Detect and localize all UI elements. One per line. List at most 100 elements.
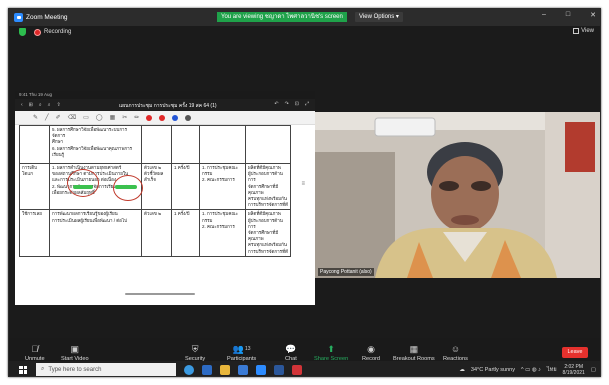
zoom-taskbar-icon[interactable] xyxy=(256,364,266,375)
unmute-button[interactable]: 🎙̸ Unmute xyxy=(25,338,45,362)
table-cell: 1 ครั้ง/ปี xyxy=(171,209,200,257)
document-header: ‹ ⊞ ⌕ ⌕ ⇧ แผนการประชุม การประชุม ครั้ง 1… xyxy=(15,99,315,111)
cut-tool-icon[interactable]: ✂ xyxy=(122,114,127,121)
table-row: การเติบ โตแก 1. ผลการดำเนินงานตามยุทธศาส… xyxy=(19,162,291,211)
fullscreen-icon[interactable]: ⤢ xyxy=(305,101,309,107)
thumbnails-icon[interactable]: ⊞ xyxy=(29,102,33,108)
banner-text: You are viewing ชญาดา ไพศาลวานิช's scree… xyxy=(221,14,343,20)
table-cell: 1 ครั้ง/ปี xyxy=(171,162,200,211)
table-row: ใช้การเลย การพัฒนาผลการเรียนรู้ของผู้เรี… xyxy=(19,209,291,257)
clock-date: 8/19/2021 xyxy=(562,369,585,376)
color-red-swatch[interactable] xyxy=(146,114,153,121)
table-cell xyxy=(245,125,291,164)
leave-button[interactable]: Leave xyxy=(562,347,588,358)
participant-video[interactable]: Paycong Pottanit (also) xyxy=(315,112,600,278)
share-screen-button[interactable]: ⬆ Share Screen xyxy=(314,338,348,363)
edge-icon[interactable] xyxy=(202,364,212,375)
acrobat-icon[interactable] xyxy=(292,364,302,375)
view-button[interactable]: View xyxy=(573,28,594,34)
pencil-tool-icon[interactable]: ✏ xyxy=(134,114,139,121)
maximize-button[interactable]: □ xyxy=(566,11,570,19)
title-bar: Zoom Meeting You are viewing ชญาดา ไพศาล… xyxy=(9,9,600,26)
horizontal-scrollbar[interactable] xyxy=(125,293,195,295)
table-cell: ตัวเลข ๒ xyxy=(141,209,172,257)
zoom-window: Zoom Meeting You are viewing ชญาดา ไพศาล… xyxy=(8,8,601,377)
share-screen-icon: ⬆ xyxy=(327,343,335,354)
clock[interactable]: 2:02 PM 8/19/2021 xyxy=(563,364,585,376)
line-tool-icon[interactable]: ╱ xyxy=(45,114,49,121)
file-explorer-icon[interactable] xyxy=(220,364,230,375)
weather-text[interactable]: 34°C Partly sunny xyxy=(471,367,515,373)
notifications-icon[interactable]: ▢ xyxy=(591,367,596,373)
shape-tool-icon[interactable]: ▭ xyxy=(83,114,89,121)
share-icon[interactable]: ⇧ xyxy=(57,102,61,108)
reactions-button[interactable]: ☺ Reactions xyxy=(443,338,468,362)
close-button[interactable]: ✕ xyxy=(590,11,596,19)
annotation-toolbar: ✎ ╱ ✐ ⌫ ▭ ◯ ▦ ✂ ✏ xyxy=(15,111,315,125)
redo-icon[interactable]: ↷ xyxy=(285,101,289,107)
document-nav: ‹ ⊞ ⌕ ⌕ ⇧ xyxy=(15,102,61,108)
minimize-button[interactable]: – xyxy=(542,11,546,19)
view-options-button[interactable]: View Options ▾ xyxy=(355,12,403,22)
eraser-tool-icon[interactable]: ⌫ xyxy=(68,114,76,121)
resize-handle-icon[interactable]: ≡ xyxy=(301,181,305,187)
grid-view-icon xyxy=(573,28,580,34)
screen-share-banner[interactable]: You are viewing ชญาดา ไพศาลวานิช's scree… xyxy=(217,12,347,22)
participants-button[interactable]: 👥 13 Participants xyxy=(227,338,256,363)
breakout-rooms-icon: ▦ xyxy=(409,343,419,354)
language-indicator[interactable]: ไทย xyxy=(547,366,557,374)
participant-video-image xyxy=(315,112,600,278)
table-cell xyxy=(19,125,50,164)
reactions-icon: ☺ xyxy=(450,344,461,354)
shared-screen: 9:41 Thu 19 Aug ‹ ⊞ ⌕ ⌕ ⇧ แผนการประชุม ก… xyxy=(15,91,315,305)
color-red-swatch-2[interactable] xyxy=(159,114,166,121)
pen-tool-icon[interactable]: ✎ xyxy=(33,114,38,121)
participants-icon: 👥 13 xyxy=(232,343,251,354)
undo-icon[interactable]: ↶ xyxy=(274,101,278,107)
chat-button[interactable]: 💬 Chat xyxy=(285,338,297,363)
security-button[interactable]: ⛨ Security xyxy=(185,338,205,363)
encryption-shield-icon[interactable] xyxy=(19,28,26,36)
table-cell xyxy=(141,125,172,164)
table-cell: ใช้การเลย xyxy=(19,209,50,257)
search-icon: ⌕ xyxy=(41,366,45,372)
table-cell: ตัวเลข ๒ ตัวชี้วัดผลสำเร็จ xyxy=(141,162,172,211)
system-tray: ☁ 34°C Partly sunny ^ ▭ ◍ ♪ ไทย 2:02 PM … xyxy=(459,361,596,376)
table-cell: ผลิตที่ดีมีคุณภาพ ผู้ประกอบการด้านการ จั… xyxy=(245,209,291,257)
weather-icon[interactable]: ☁ xyxy=(459,367,465,373)
breakout-rooms-button[interactable]: ▦ Breakout Rooms xyxy=(393,338,435,363)
record-icon: ◉ xyxy=(367,343,375,354)
image-tool-icon[interactable]: ▦ xyxy=(110,114,116,121)
table-cell: การเติบ โตแก xyxy=(19,162,50,211)
word-icon[interactable] xyxy=(274,364,284,375)
participants-count: 13 xyxy=(244,346,251,352)
window-title: Zoom Meeting xyxy=(26,14,68,21)
table-cell: การพัฒนาผลการเรียนรู้ของผู้เรียน การประเ… xyxy=(49,209,142,257)
color-blue-swatch[interactable] xyxy=(172,114,179,121)
back-icon[interactable]: ‹ xyxy=(21,102,23,108)
document-status-bar: 9:41 Thu 19 Aug xyxy=(15,91,315,99)
tray-icons[interactable]: ^ ▭ ◍ ♪ xyxy=(521,367,541,373)
search-icon[interactable]: ⌕ xyxy=(39,102,42,108)
table-cell xyxy=(199,125,246,164)
cortana-icon[interactable] xyxy=(184,364,194,375)
table-cell: ผลิตที่ดีมีคุณภาพ ผู้ประกอบการด้านการ จั… xyxy=(245,162,291,211)
record-button[interactable]: ◉ Record xyxy=(362,338,380,363)
circle-tool-icon[interactable]: ◯ xyxy=(96,114,103,121)
document-actions: ↶ ↷ ⊡ ⤢ xyxy=(274,101,309,107)
page-icon[interactable]: ⊡ xyxy=(295,101,299,107)
table-cell: 1. การประชุมคณะกรรม 2. คณะกรรมการ xyxy=(199,162,246,211)
zoom-logo-icon xyxy=(14,13,23,22)
mic-muted-icon: 🎙̸ xyxy=(31,344,39,354)
recording-dot-icon xyxy=(34,28,41,36)
windows-start-icon[interactable] xyxy=(19,365,27,374)
plan-table: 5. ผลการศึกษาวิจัยเพื่อพัฒนาระบบการจัดกา… xyxy=(19,125,291,257)
search-placeholder: Type here to search xyxy=(48,366,102,373)
zoom-icon[interactable]: ⌕ xyxy=(48,102,51,108)
start-video-button[interactable]: ▣ Start Video xyxy=(61,338,89,363)
store-icon[interactable] xyxy=(238,364,248,375)
marker-tool-icon[interactable]: ✐ xyxy=(56,114,61,121)
color-gray-swatch[interactable] xyxy=(185,114,192,121)
clock-time: 2:02 PM xyxy=(564,363,583,370)
taskbar-search-input[interactable]: ⌕ Type here to search xyxy=(36,363,176,376)
